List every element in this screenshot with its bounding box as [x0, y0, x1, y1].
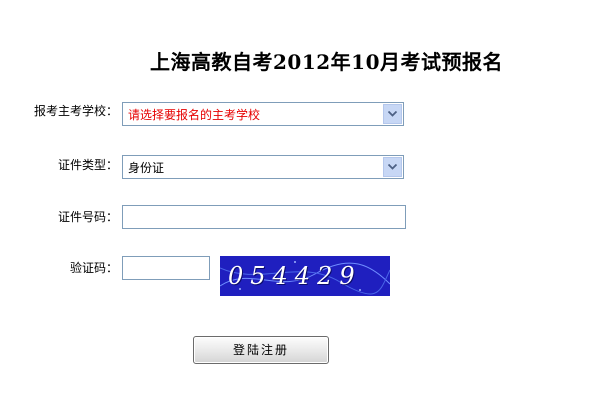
- school-select[interactable]: 请选择要报名的主考学校: [122, 102, 404, 126]
- school-label: 报考主考学校：: [33, 104, 118, 118]
- captcha-image[interactable]: 054429: [220, 256, 390, 296]
- chevron-down-icon-glyph: [388, 164, 397, 170]
- login-register-button[interactable]: 登陆注册: [193, 336, 329, 364]
- chevron-down-icon[interactable]: [383, 104, 402, 124]
- id-type-select-value: 身份证: [128, 161, 165, 175]
- captcha-text: 054429: [228, 262, 362, 290]
- school-select-value: 请选择要报名的主考学校: [128, 108, 261, 122]
- chevron-down-icon[interactable]: [383, 157, 402, 177]
- id-number-label: 证件号码：: [57, 210, 118, 224]
- captcha-field[interactable]: [122, 256, 210, 280]
- id-number-field[interactable]: [122, 205, 406, 229]
- id-type-label: 证件类型：: [57, 158, 118, 172]
- id-type-select[interactable]: 身份证: [122, 155, 404, 179]
- captcha-label: 验证码：: [69, 261, 118, 275]
- chevron-down-icon-glyph: [388, 111, 397, 117]
- page-title: 上海高教自考2012年10月考试预报名: [150, 50, 503, 74]
